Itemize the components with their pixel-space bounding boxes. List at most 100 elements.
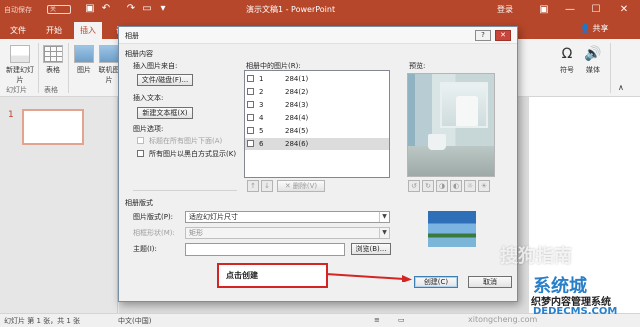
language-status[interactable]: 中文(中国) bbox=[118, 316, 151, 326]
list-item-selected[interactable]: 6 284(6) bbox=[245, 138, 389, 150]
decrease-contrast-icon[interactable]: ◐ bbox=[450, 180, 462, 192]
file-disk-button[interactable]: 文件/磁盘(F)... bbox=[137, 74, 193, 86]
new-slide-label: 新建幻灯片 bbox=[6, 66, 34, 84]
dialog-title: 相册 bbox=[125, 32, 139, 40]
new-textbox-button[interactable]: 新建文本框(X) bbox=[137, 107, 193, 119]
annotation-callout: 点击创建 bbox=[217, 263, 328, 288]
pictures-listbox[interactable]: 1 284(1) 2 284(2) 3 284(3) 4 284(4) 5 284(5) … bbox=[244, 70, 390, 178]
symbol-button[interactable]: Ω 符号 bbox=[556, 45, 578, 75]
browse-button[interactable]: 浏览(B)... bbox=[351, 243, 391, 255]
preview-label: 预览: bbox=[409, 62, 426, 70]
picture-checkbox[interactable] bbox=[247, 140, 254, 147]
insert-picture-from-label: 插入图片来自: bbox=[133, 62, 178, 70]
create-button[interactable]: 创建(C) bbox=[414, 276, 458, 288]
share-icon: 👤 bbox=[580, 24, 593, 33]
tab-home[interactable]: 开始 bbox=[40, 22, 68, 39]
customize-toolbar-icon[interactable]: ▾ bbox=[157, 3, 169, 15]
new-slide-icon bbox=[10, 45, 30, 63]
picture-layout-value: 适应幻灯片尺寸 bbox=[189, 213, 238, 221]
share-label: 共享 bbox=[592, 24, 609, 33]
tab-file[interactable]: 文件 bbox=[4, 22, 32, 39]
help-icon[interactable]: ? bbox=[475, 30, 491, 41]
online-image-label: 联机图片 bbox=[98, 66, 120, 84]
list-item[interactable]: 4 284(4) bbox=[245, 112, 389, 124]
omega-icon: Ω bbox=[561, 46, 573, 62]
online-image-icon bbox=[99, 45, 119, 63]
preview-shirt-shape bbox=[456, 96, 478, 126]
maximize-icon[interactable]: ☐ bbox=[584, 0, 608, 19]
list-item[interactable]: 1 284(1) bbox=[245, 73, 389, 85]
notes-icon[interactable]: ≡ bbox=[374, 316, 380, 324]
move-up-icon[interactable]: ↑ bbox=[247, 180, 259, 192]
picture-preview bbox=[407, 73, 495, 177]
photo-album-dialog: 相册 ? ✕ 相册内容 插入图片来自: 文件/磁盘(F)... 插入文本: 新建… bbox=[118, 26, 518, 302]
black-white-checkbox[interactable] bbox=[137, 150, 144, 157]
slide-info: 幻灯片 第 1 张，共 1 张 bbox=[4, 317, 81, 325]
autosave-toggle[interactable]: 关 bbox=[47, 5, 71, 14]
picture-checkbox[interactable] bbox=[247, 114, 254, 121]
table-button[interactable]: 表格 bbox=[42, 45, 64, 75]
picture-options-label: 图片选项: bbox=[133, 125, 164, 133]
undo-icon[interactable]: ↶ bbox=[100, 3, 112, 15]
rotate-left-icon[interactable]: ↺ bbox=[408, 180, 420, 192]
increase-brightness-icon[interactable]: ☼ bbox=[464, 180, 476, 192]
move-down-icon[interactable]: ↓ bbox=[261, 180, 273, 192]
frame-shape-value: 矩形 bbox=[189, 229, 203, 237]
captions-option-label: 标题在所有图片下面(A) bbox=[149, 137, 223, 145]
speaker-icon: 🔊 bbox=[584, 46, 602, 62]
start-from-beginning-icon[interactable]: ▭ bbox=[141, 3, 153, 15]
cancel-button[interactable]: 取消 bbox=[468, 276, 512, 288]
group-table-label: 表格 bbox=[44, 86, 58, 94]
album-layout-heading: 相册版式 bbox=[125, 199, 153, 207]
image-icon bbox=[74, 45, 94, 63]
picture-layout-select[interactable]: 适应幻灯片尺寸 ▼ bbox=[185, 211, 390, 223]
picture-name: 284(3) bbox=[285, 101, 309, 109]
frame-shape-select[interactable]: 矩形 ▼ bbox=[185, 227, 390, 239]
close-window-icon[interactable]: ✕ bbox=[612, 0, 636, 19]
slide-thumbnail[interactable] bbox=[22, 109, 84, 145]
list-item[interactable]: 5 284(5) bbox=[245, 125, 389, 137]
ribbon-display-icon[interactable]: ▣ bbox=[532, 0, 556, 19]
table-label: 表格 bbox=[46, 66, 60, 74]
picture-checkbox[interactable] bbox=[247, 88, 254, 95]
comments-icon[interactable]: ▭ bbox=[398, 316, 405, 324]
remove-label: 删除(V) bbox=[292, 182, 318, 190]
theme-input[interactable] bbox=[185, 243, 345, 256]
picture-name: 284(2) bbox=[285, 88, 309, 96]
dialog-close-icon[interactable]: ✕ bbox=[495, 30, 511, 41]
insert-text-label: 插入文本: bbox=[133, 94, 164, 102]
rotate-right-icon[interactable]: ↻ bbox=[422, 180, 434, 192]
share-button[interactable]: 👤 共享 bbox=[580, 23, 609, 34]
watermark-dedecms: DEDECMS.COM bbox=[533, 306, 618, 317]
picture-name: 284(4) bbox=[285, 114, 309, 122]
list-item[interactable]: 2 284(2) bbox=[245, 86, 389, 98]
media-button[interactable]: 🔊 媒体 bbox=[582, 45, 604, 75]
decrease-brightness-icon[interactable]: ☀ bbox=[478, 180, 490, 192]
picture-layout-label: 图片版式(P): bbox=[133, 213, 174, 221]
collapse-ribbon-icon[interactable]: ∧ bbox=[618, 83, 624, 92]
minimize-icon[interactable]: — bbox=[558, 0, 582, 19]
divider bbox=[133, 190, 237, 191]
preview-pot-shape bbox=[428, 134, 446, 150]
picture-checkbox[interactable] bbox=[247, 127, 254, 134]
image-label: 图片 bbox=[77, 66, 91, 74]
save-icon[interactable]: ▣ bbox=[84, 3, 96, 15]
media-label: 媒体 bbox=[586, 66, 600, 74]
increase-contrast-icon[interactable]: ◑ bbox=[436, 180, 448, 192]
watermark-sogou: 搜狗指南 bbox=[500, 246, 572, 267]
theme-label: 主题(I): bbox=[133, 245, 157, 253]
picture-name: 284(1) bbox=[285, 75, 309, 83]
image-button[interactable]: 图片 bbox=[74, 45, 94, 75]
remove-button[interactable]: ✕ 删除(V) bbox=[277, 180, 325, 192]
list-item[interactable]: 3 284(3) bbox=[245, 99, 389, 111]
picture-checkbox[interactable] bbox=[247, 101, 254, 108]
captions-checkbox[interactable] bbox=[137, 137, 144, 144]
new-slide-button[interactable]: 新建幻灯片 bbox=[6, 45, 34, 85]
slide-thumbnail-pane: 1 bbox=[0, 97, 118, 313]
redo-icon[interactable]: ↷ bbox=[125, 3, 137, 15]
login-link[interactable]: 登录 bbox=[497, 4, 513, 15]
picture-checkbox[interactable] bbox=[247, 75, 254, 82]
tab-insert[interactable]: 插入 bbox=[74, 22, 102, 39]
frame-shape-label: 相框形状(M): bbox=[133, 229, 175, 237]
layout-preview-image bbox=[428, 211, 476, 247]
